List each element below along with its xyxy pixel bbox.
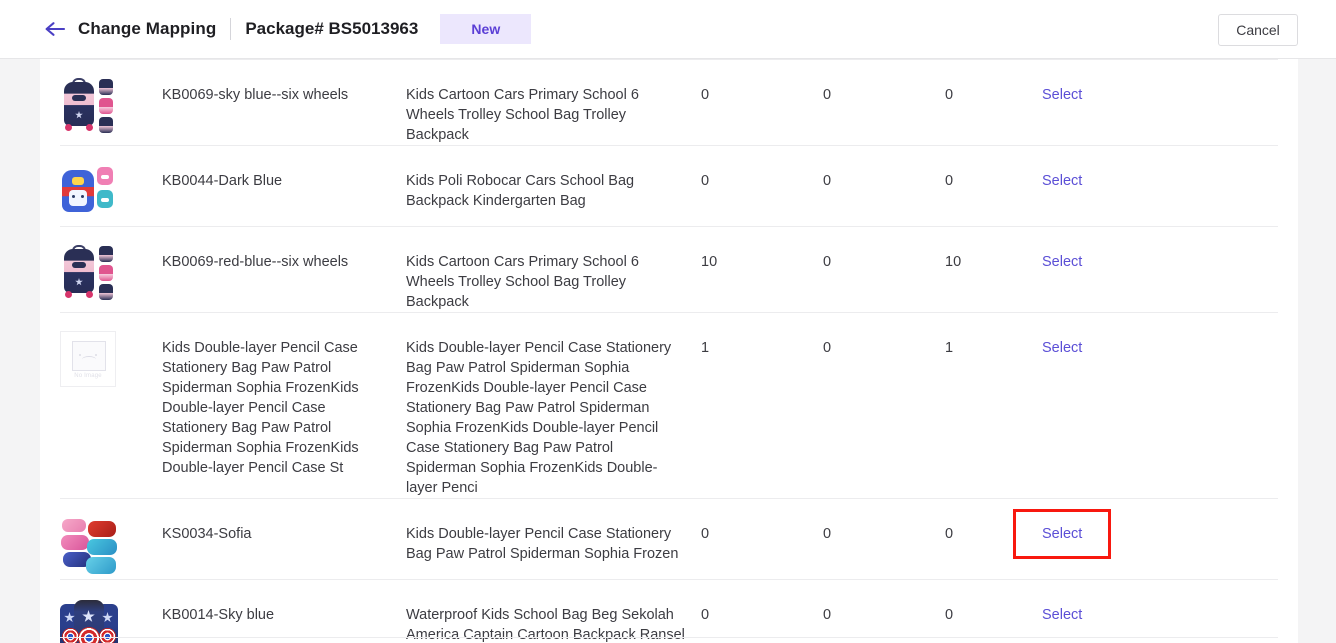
product-thumbnail: [60, 517, 118, 579]
quantity-remaining-cell: 1: [945, 340, 954, 356]
product-name-cell: Kids Cartoon Cars Primary School 6 Wheel…: [406, 254, 639, 310]
page-title: Change Mapping: [78, 19, 217, 38]
action-cell: Select: [1042, 598, 1222, 625]
quantity-ordered-cell: 0: [701, 526, 710, 542]
table-row: KS0034-Sofia Kids Double-layer Pencil Cas…: [60, 498, 1278, 579]
quantity-shipped-cell: 0: [823, 173, 832, 189]
product-thumbnail: [60, 164, 118, 222]
quantity-ordered-cell: 0: [701, 607, 710, 623]
select-button-wrap: Select: [1042, 338, 1082, 358]
product-thumbnail-cell: [60, 245, 162, 303]
select-button-wrap: Select: [1042, 171, 1082, 191]
package-number: Package# BS5013963: [245, 19, 419, 38]
select-button[interactable]: Select: [1042, 171, 1082, 191]
product-thumbnail-cell: No Image: [60, 331, 162, 389]
sku-cell: KB0069-red-blue--six wheels: [162, 254, 349, 270]
quantity-ordered-cell: 0: [701, 173, 710, 189]
sku-cell: KB0014-Sky blue: [162, 607, 275, 623]
action-cell: Select: [1042, 78, 1222, 105]
quantity-shipped-cell: 0: [823, 340, 832, 356]
sku-cell: KB0044-Dark Blue: [162, 173, 283, 189]
table-bottom-divider: [60, 637, 1278, 638]
product-name-cell: Kids Double-layer Pencil Case Stationery…: [406, 526, 679, 562]
mapping-table: KB0069-sky blue--six wheels Kids Cartoon …: [60, 59, 1278, 643]
mapping-card: KB0069-sky blue--six wheels Kids Cartoon …: [40, 59, 1298, 643]
quantity-remaining-cell: 0: [945, 173, 954, 189]
sku-cell: Kids Double-layer Pencil Case Stationery…: [162, 340, 359, 476]
select-button[interactable]: Select: [1042, 85, 1082, 105]
product-name-cell: Kids Cartoon Cars Primary School 6 Wheel…: [406, 87, 639, 143]
product-thumbnail: No Image: [60, 331, 118, 389]
arrow-left-icon: [44, 20, 66, 38]
product-thumbnail-cell: [60, 517, 162, 579]
select-button-wrap: Select: [1042, 605, 1082, 625]
product-thumbnail-cell: [60, 78, 162, 136]
quantity-ordered-cell: 10: [701, 254, 718, 270]
action-cell: Select: [1042, 164, 1222, 191]
quantity-shipped-cell: 0: [823, 87, 832, 103]
table-row: KB0014-Sky blue Waterproof Kids School Ba…: [60, 579, 1278, 643]
select-button[interactable]: Select: [1042, 252, 1082, 272]
no-image-placeholder-icon: No Image: [60, 331, 116, 387]
table-row: KB0044-Dark Blue Kids Poli Robocar Cars S…: [60, 145, 1278, 226]
table-row: KB0069-sky blue--six wheels Kids Cartoon …: [60, 59, 1278, 145]
quantity-ordered-cell: 0: [701, 87, 710, 103]
product-name-cell: Kids Poli Robocar Cars School Bag Backpa…: [406, 173, 635, 209]
action-cell: Select: [1042, 331, 1222, 358]
header-divider: [230, 18, 232, 40]
select-button[interactable]: Select: [1042, 524, 1082, 544]
table-row: No Image Kids Double-layer Pencil Case St…: [60, 312, 1278, 498]
quantity-ordered-cell: 1: [701, 340, 710, 356]
select-button-wrap: Select: [1042, 252, 1082, 272]
cancel-button[interactable]: Cancel: [1218, 14, 1298, 46]
status-badge: New: [440, 14, 532, 44]
select-button-highlight: Select: [1013, 509, 1112, 559]
quantity-shipped-cell: 0: [823, 607, 832, 623]
sku-cell: KS0034-Sofia: [162, 526, 252, 542]
select-button[interactable]: Select: [1042, 605, 1082, 625]
back-button[interactable]: [42, 16, 68, 42]
quantity-shipped-cell: 0: [823, 254, 832, 270]
product-thumbnail: [60, 245, 118, 303]
product-name-cell: Kids Double-layer Pencil Case Stationery…: [406, 340, 672, 496]
app-header: Change Mapping Package# BS5013963 New Ca…: [0, 0, 1336, 59]
page-body: KB0069-sky blue--six wheels Kids Cartoon …: [0, 59, 1336, 643]
action-cell: Select: [1042, 245, 1222, 272]
quantity-remaining-cell: 0: [945, 607, 954, 623]
table-row: KB0069-red-blue--six wheels Kids Cartoon …: [60, 226, 1278, 312]
quantity-shipped-cell: 0: [823, 526, 832, 542]
select-button[interactable]: Select: [1042, 338, 1082, 358]
quantity-remaining-cell: 10: [945, 254, 962, 270]
action-cell: Select: [1013, 509, 1222, 559]
quantity-remaining-cell: 0: [945, 87, 954, 103]
product-thumbnail: [60, 78, 118, 136]
select-button-wrap: Select: [1042, 85, 1082, 105]
sku-cell: KB0069-sky blue--six wheels: [162, 87, 349, 103]
product-thumbnail-cell: [60, 164, 162, 222]
